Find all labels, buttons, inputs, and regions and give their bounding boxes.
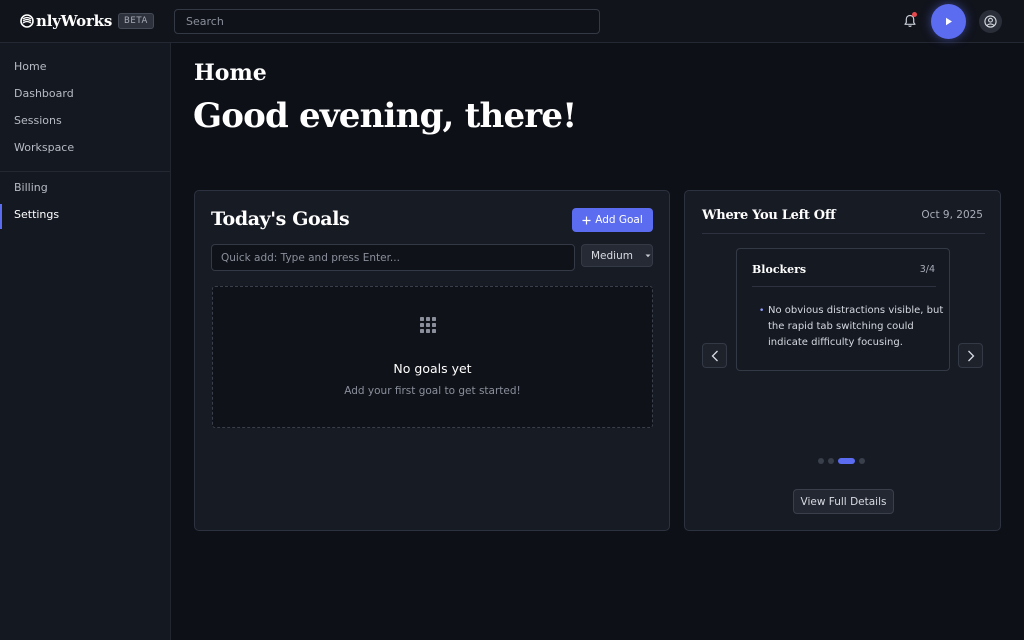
view-full-details-button[interactable]: View Full Details [793, 489, 894, 514]
sidebar: Home Dashboard Sessions Workspace Billin… [0, 43, 171, 640]
sidebar-item-settings[interactable]: Settings [0, 204, 170, 229]
chevron-right-icon [967, 350, 974, 361]
carousel-dot[interactable] [838, 458, 855, 464]
search-input[interactable] [174, 9, 600, 34]
page-title: Home [194, 60, 267, 86]
beta-badge: BETA [118, 13, 154, 29]
slide-divider [752, 286, 936, 287]
priority-value: Medium [591, 249, 633, 262]
start-session-button[interactable] [931, 4, 966, 39]
slide-title: Blockers [752, 263, 807, 276]
sidebar-item-home[interactable]: Home [0, 56, 170, 78]
carousel-dot[interactable] [818, 458, 824, 464]
sidebar-item-sessions[interactable]: Sessions [0, 110, 170, 132]
where-you-left-off-card: Where You Left Off Oct 9, 2025 Blockers … [684, 190, 1001, 531]
logo[interactable]: nlyWorks [20, 11, 112, 31]
user-circle-icon [984, 15, 997, 28]
session-date: Oct 9, 2025 [921, 209, 983, 221]
carousel-dot[interactable] [828, 458, 834, 464]
sidebar-item-dashboard[interactable]: Dashboard [0, 83, 170, 105]
add-goal-button[interactable]: Add Goal [572, 208, 653, 232]
user-menu-button[interactable] [979, 10, 1002, 33]
sidebar-item-workspace[interactable]: Workspace [0, 137, 170, 159]
carousel-dots [818, 458, 865, 464]
todays-goals-card: Today's Goals Add Goal Medium No goals y… [194, 190, 670, 531]
priority-select[interactable]: Medium [581, 244, 653, 267]
logo-text: nlyWorks [36, 12, 113, 30]
play-icon [945, 17, 952, 26]
where-you-left-off-title: Where You Left Off [702, 208, 836, 223]
card-divider [702, 233, 985, 234]
grid-icon [420, 317, 436, 333]
goals-title: Today's Goals [211, 208, 350, 230]
empty-title: No goals yet [393, 361, 472, 376]
top-bar: nlyWorks BETA [0, 0, 1024, 43]
next-slide-button[interactable] [958, 343, 983, 368]
sidebar-divider [0, 171, 170, 172]
quick-add-input[interactable] [211, 244, 575, 271]
empty-subtitle: Add your first goal to get started! [344, 385, 521, 397]
slide-bullet-text: No obvious distractions visible, but the… [759, 303, 945, 351]
goals-empty-state: No goals yet Add your first goal to get … [212, 286, 653, 428]
greeting-heading: Good evening, there! [193, 96, 577, 136]
chevron-left-icon [711, 350, 718, 361]
chevron-down-icon [645, 254, 651, 257]
notification-dot [912, 12, 917, 17]
sidebar-item-billing[interactable]: Billing [0, 177, 170, 199]
previous-slide-button[interactable] [702, 343, 727, 368]
slide-counter: 3/4 [919, 264, 935, 275]
insight-slide: Blockers 3/4 No obvious distractions vis… [736, 248, 950, 371]
add-goal-label: Add Goal [595, 214, 643, 226]
plus-icon [582, 216, 591, 224]
carousel-dot[interactable] [859, 458, 865, 464]
logo-mark-icon [20, 14, 34, 28]
